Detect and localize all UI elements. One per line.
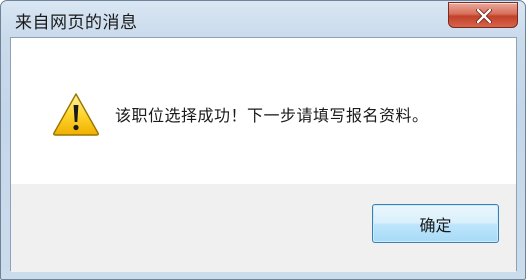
message-area: 该职位选择成功！下一步请填写报名资料。	[11, 38, 516, 184]
window-title: 来自网页的消息	[15, 13, 138, 33]
title-bar[interactable]: 来自网页的消息	[1, 1, 525, 35]
dialog-window: 来自网页的消息 该职位选择成功！下一步请填写报名资料。 确定	[0, 0, 526, 280]
close-button[interactable]	[448, 2, 518, 28]
message-text: 该职位选择成功！下一步请填写报名资料。	[115, 106, 429, 125]
ok-button[interactable]: 确定	[372, 204, 499, 243]
warning-icon	[53, 93, 99, 136]
button-bar: 确定	[11, 184, 516, 272]
dialog-client: 该职位选择成功！下一步请填写报名资料。 确定	[10, 37, 517, 272]
close-icon	[476, 9, 492, 23]
